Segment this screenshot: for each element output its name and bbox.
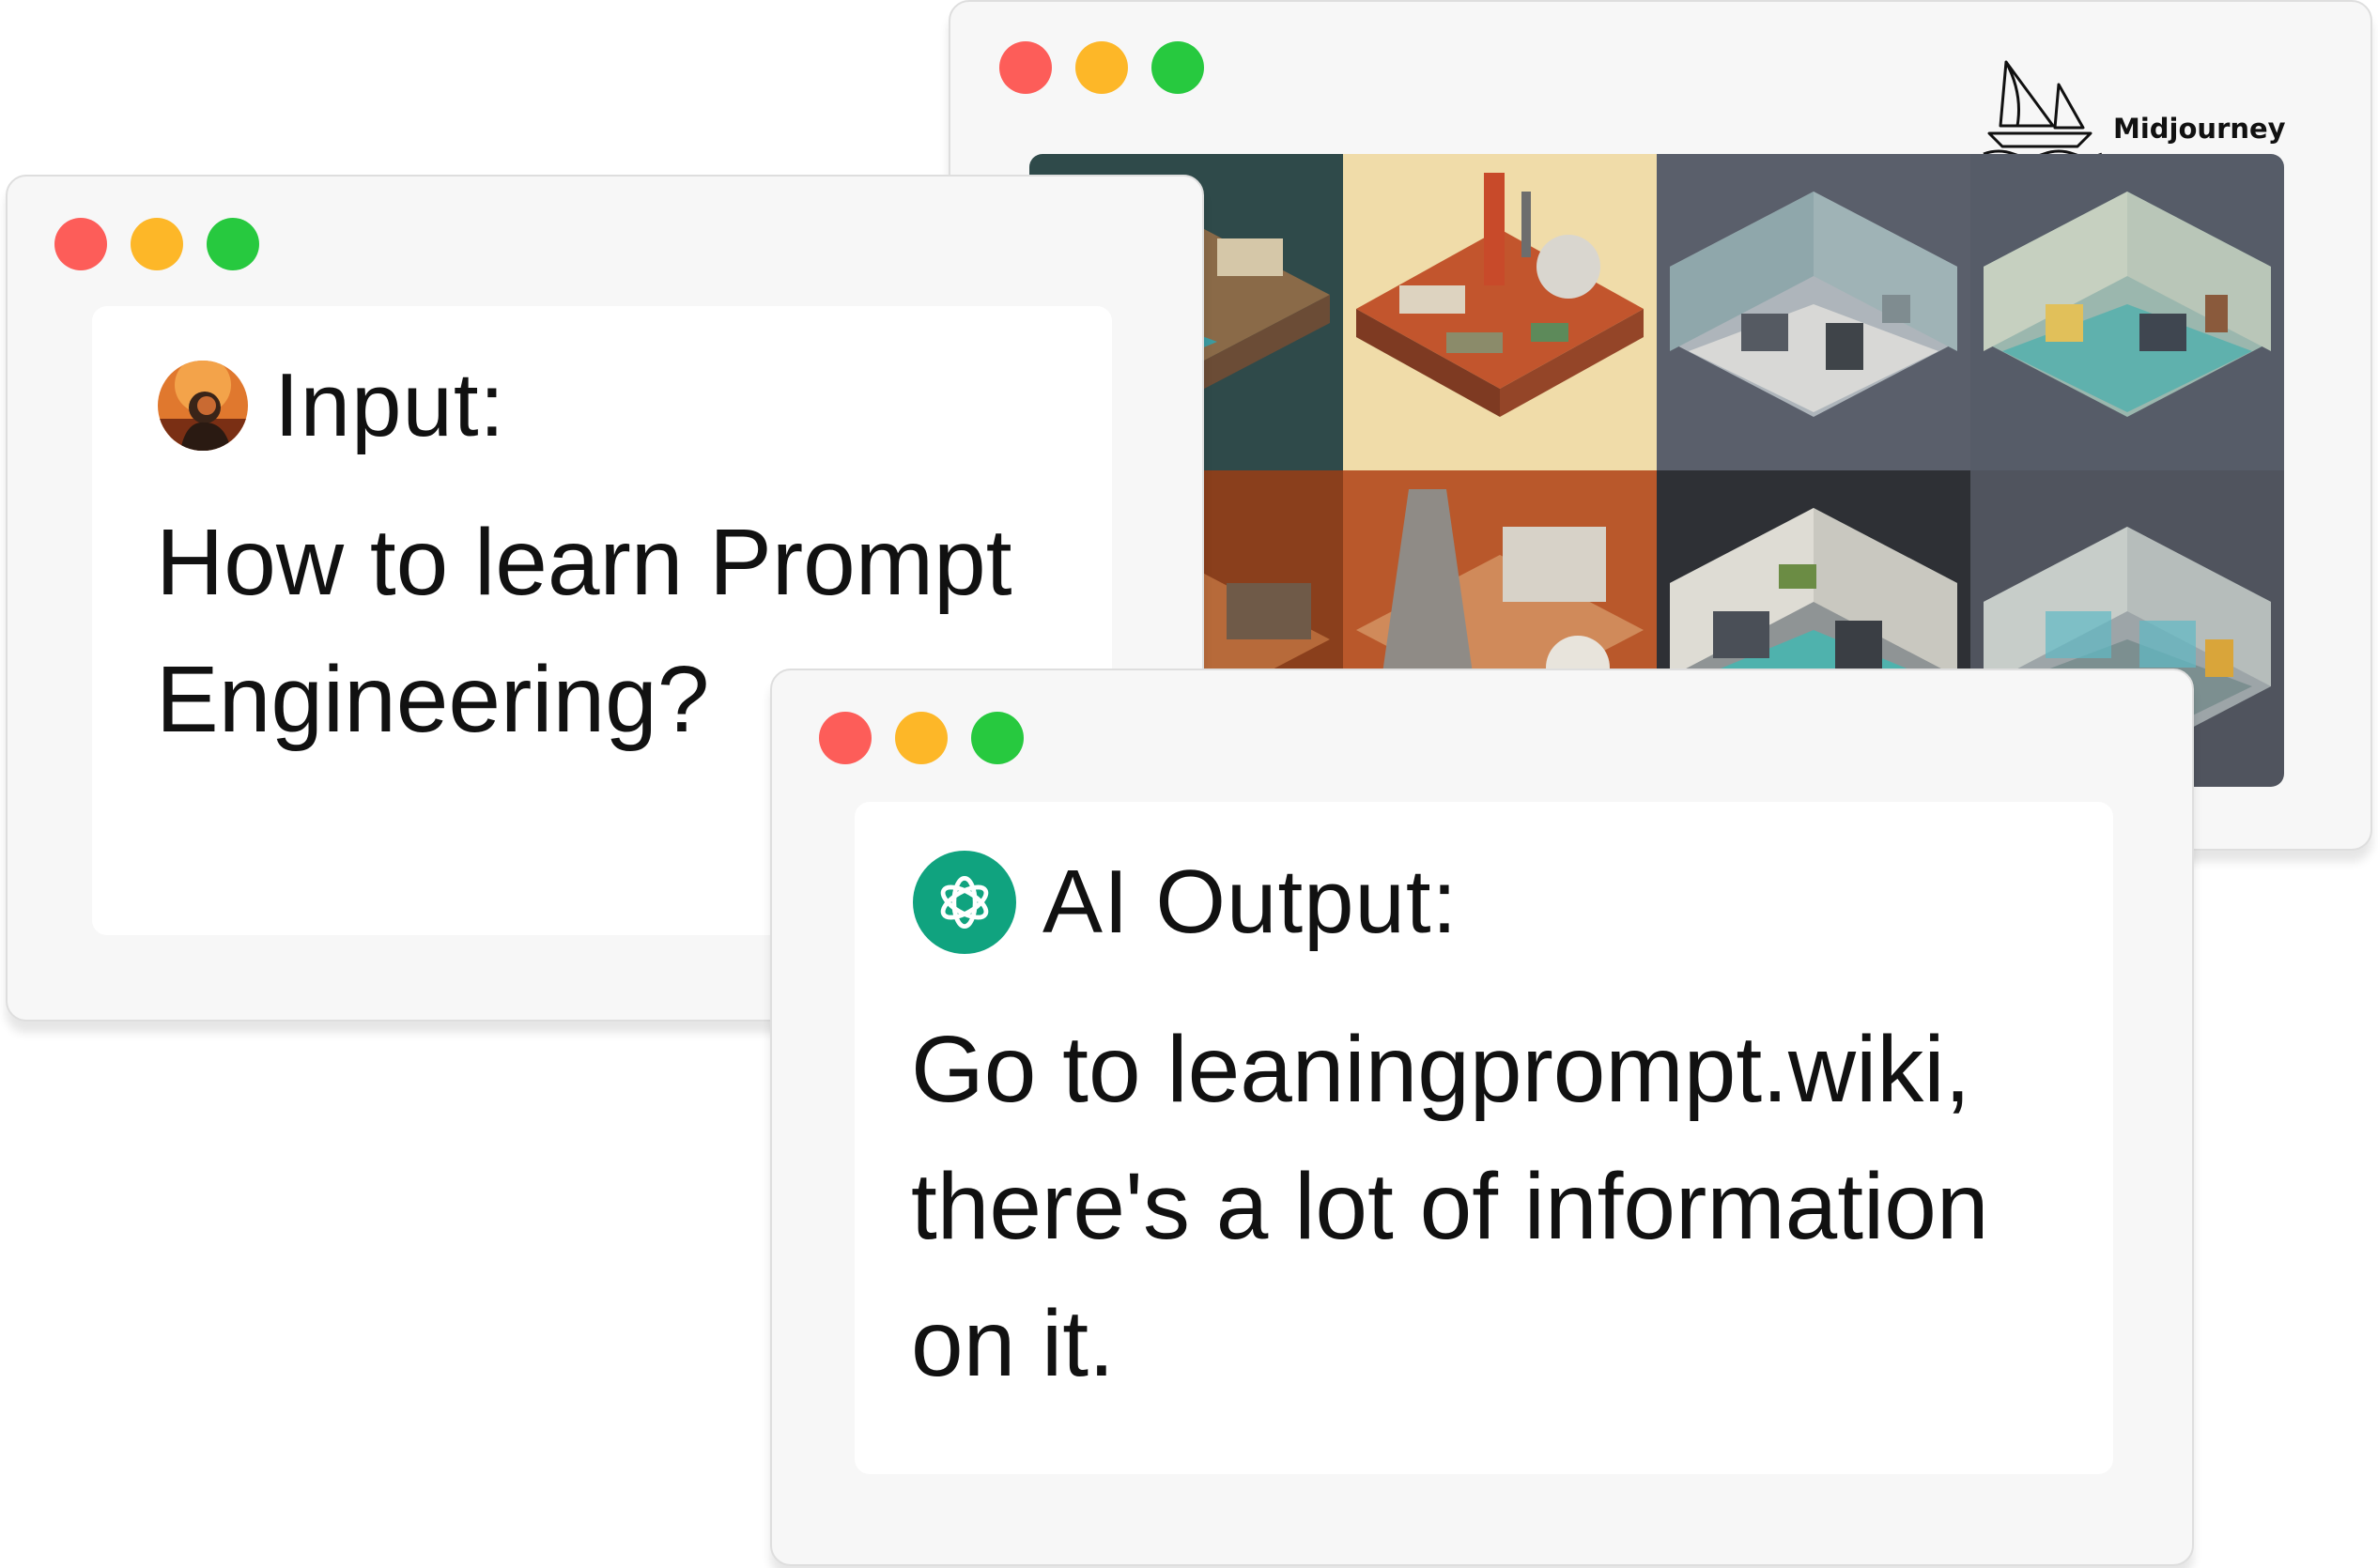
astronaut-avatar-icon bbox=[158, 361, 248, 451]
midjourney-brand: Midjourney bbox=[1980, 56, 2286, 161]
input-line: How to learn Prompt bbox=[156, 510, 1012, 615]
output-line: there's a lot of information bbox=[911, 1154, 1989, 1259]
close-button[interactable] bbox=[819, 712, 872, 764]
grid-image-teal-lab[interactable] bbox=[1970, 154, 2284, 470]
grid-image-laboratory[interactable] bbox=[1657, 154, 1970, 470]
minimize-button[interactable] bbox=[1075, 41, 1128, 94]
output-heading-row: AI Output: bbox=[913, 851, 1458, 954]
minimize-button[interactable] bbox=[895, 712, 948, 764]
input-heading-row: Input: bbox=[158, 361, 505, 451]
maximize-button[interactable] bbox=[207, 218, 259, 270]
maximize-button[interactable] bbox=[1151, 41, 1204, 94]
grid-image-orange-factory[interactable] bbox=[1343, 154, 1657, 470]
output-line: on it. bbox=[911, 1291, 1115, 1396]
output-window: AI Output: Go to leaningprompt.wiki, the… bbox=[770, 669, 2194, 1566]
close-button[interactable] bbox=[999, 41, 1052, 94]
window-controls bbox=[54, 218, 259, 270]
output-line: Go to leaningprompt.wiki, bbox=[911, 1017, 1971, 1122]
maximize-button[interactable] bbox=[971, 712, 1024, 764]
window-controls bbox=[999, 41, 1204, 94]
window-controls bbox=[819, 712, 1024, 764]
openai-icon bbox=[913, 851, 1016, 954]
close-button[interactable] bbox=[54, 218, 107, 270]
sailboat-icon bbox=[1983, 60, 2103, 159]
minimize-button[interactable] bbox=[131, 218, 183, 270]
input-heading: Input: bbox=[274, 355, 506, 455]
output-heading: AI Output: bbox=[1042, 852, 1459, 952]
output-answer: Go to leaningprompt.wiki, there's a lot … bbox=[911, 1001, 1988, 1412]
